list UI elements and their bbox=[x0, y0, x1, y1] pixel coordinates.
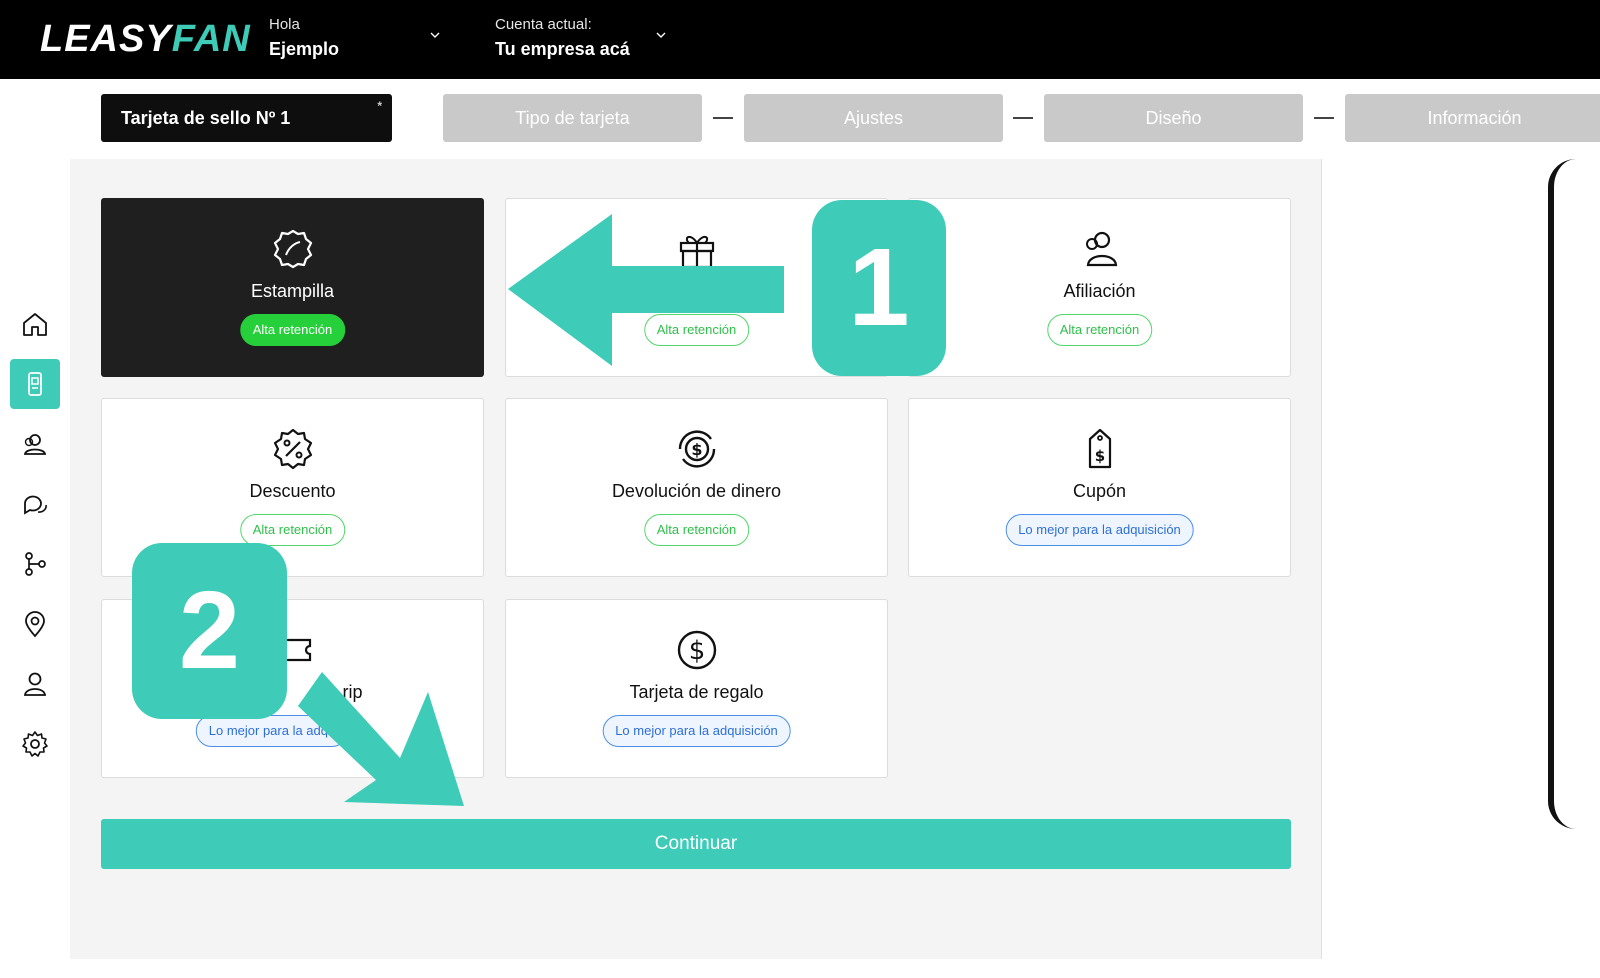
sidebar-item-locations[interactable] bbox=[10, 599, 60, 649]
acquisition-badge: Lo mejor para la adquisición bbox=[602, 715, 791, 747]
sidebar-item-automations[interactable] bbox=[10, 539, 60, 589]
option-title: Cupón bbox=[1072, 481, 1127, 501]
membership-icon bbox=[1076, 225, 1124, 273]
flow-icon bbox=[25, 552, 46, 576]
logo-text-leasy: LEASY bbox=[40, 18, 172, 60]
retention-badge: Alta retención bbox=[1046, 314, 1153, 346]
account-label: Cuenta actual: bbox=[495, 16, 592, 33]
sidebar-item-settings[interactable] bbox=[10, 719, 60, 769]
dollar-coin-icon: $ bbox=[673, 626, 721, 674]
acquisition-badge: Lo mejor para la adqu bbox=[195, 715, 349, 747]
retention-badge: Alta retención bbox=[643, 314, 750, 346]
card-icon bbox=[28, 372, 42, 396]
chevron-down-icon[interactable] bbox=[429, 28, 441, 40]
option-title: Descuento bbox=[249, 481, 336, 501]
greeting-name: Ejemplo bbox=[269, 39, 340, 59]
svg-text:$: $ bbox=[691, 440, 702, 459]
sidebar-item-team[interactable] bbox=[10, 659, 60, 709]
logo-text-fan: FAN bbox=[171, 18, 251, 60]
step-separator bbox=[1013, 117, 1033, 119]
option-title: Devolución de dinero bbox=[611, 481, 782, 501]
sidebar bbox=[0, 159, 70, 978]
top-bar: LEASYFAN Hola Ejemplo Cuenta actual: Tu … bbox=[0, 0, 1600, 79]
greeting-label: Hola bbox=[269, 16, 300, 33]
step-informacion[interactable]: Información bbox=[1345, 94, 1600, 142]
step-separator bbox=[1314, 117, 1334, 119]
card-type-option-tarjeta-regalo[interactable]: $ Tarjeta de regalo Lo mejor para la adq… bbox=[505, 599, 888, 778]
card-name-field[interactable]: Tarjeta de sello Nº 1 * bbox=[101, 94, 392, 142]
home-icon bbox=[23, 313, 47, 336]
leasyfan-logo[interactable]: LEASYFAN bbox=[40, 18, 251, 61]
user-menu[interactable]: Hola Ejemplo bbox=[269, 16, 339, 60]
account-menu[interactable]: Cuenta actual: Tu empresa acá bbox=[495, 16, 630, 60]
card-type-option-estampilla[interactable]: Estampilla Alta retención bbox=[101, 198, 484, 377]
option-title: Afiliación bbox=[1063, 281, 1136, 301]
cashback-icon: $ bbox=[673, 425, 721, 473]
step-diseno[interactable]: Diseño bbox=[1044, 94, 1303, 142]
retention-badge: Alta retención bbox=[239, 314, 346, 346]
annotation-step-1: 1 bbox=[812, 200, 946, 376]
wizard-stepper: Tarjeta de sello Nº 1 * Tipo de tarjeta … bbox=[0, 79, 1600, 159]
coupon-tag-icon: $ bbox=[1076, 425, 1124, 473]
step-separator bbox=[713, 117, 733, 119]
gift-icon bbox=[673, 225, 721, 273]
sidebar-item-home[interactable] bbox=[10, 299, 60, 349]
gear-icon bbox=[22, 731, 48, 757]
chevron-down-icon[interactable] bbox=[655, 28, 667, 40]
step-tipo-de-tarjeta[interactable]: Tipo de tarjeta bbox=[443, 94, 702, 142]
location-pin-icon bbox=[25, 611, 45, 638]
card-type-option-cupon[interactable]: $ Cupón Lo mejor para la adquisición bbox=[908, 398, 1291, 577]
user-icon bbox=[23, 672, 47, 696]
retention-badge: Alta retención bbox=[643, 514, 750, 546]
sidebar-item-messages[interactable] bbox=[10, 479, 60, 529]
step-ajustes[interactable]: Ajustes bbox=[744, 94, 1003, 142]
retention-badge: Alta retención bbox=[239, 514, 346, 546]
option-title: Estampilla bbox=[250, 281, 335, 301]
sidebar-item-cards[interactable] bbox=[10, 359, 60, 409]
acquisition-badge: Lo mejor para la adquisición bbox=[1005, 514, 1194, 546]
svg-text:$: $ bbox=[688, 636, 705, 666]
card-name-value: Tarjeta de sello Nº 1 bbox=[121, 108, 291, 128]
annotation-step-2: 2 bbox=[132, 543, 287, 719]
option-title: Tarjeta de regalo bbox=[629, 682, 764, 702]
continue-button[interactable]: Continuar bbox=[101, 819, 1291, 869]
sidebar-item-customers[interactable] bbox=[10, 419, 60, 469]
svg-text:$: $ bbox=[1094, 447, 1104, 465]
chat-icon bbox=[24, 495, 47, 515]
required-marker: * bbox=[377, 99, 382, 113]
account-name: Tu empresa acá bbox=[495, 39, 630, 59]
phone-preview-edge bbox=[1548, 159, 1578, 829]
card-type-option-afiliacion[interactable]: Afiliación Alta retención bbox=[908, 198, 1291, 377]
discount-icon bbox=[269, 425, 317, 473]
stamp-icon bbox=[269, 225, 317, 273]
users-icon bbox=[23, 434, 47, 455]
card-type-option-devolucion[interactable]: $ Devolución de dinero Alta retención bbox=[505, 398, 888, 577]
